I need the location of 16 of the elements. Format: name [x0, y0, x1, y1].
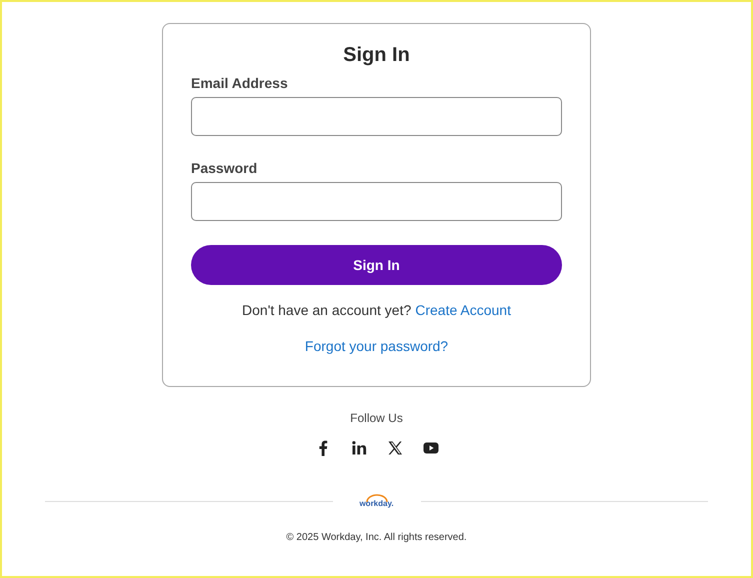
copyright-text: © 2025 Workday, Inc. All rights reserved.: [286, 532, 467, 543]
x-icon[interactable]: [386, 440, 402, 456]
card-title: Sign In: [343, 44, 410, 67]
input-field[interactable]: [191, 182, 562, 221]
follow-label: Follow Us: [350, 411, 403, 425]
create-account-link[interactable]: Create Account: [415, 302, 511, 318]
arc-icon: [364, 494, 388, 502]
linkedin-icon[interactable]: [350, 440, 366, 456]
field-label: Password: [191, 160, 258, 176]
logo-text: workday.: [359, 499, 394, 508]
input-field[interactable]: [191, 97, 562, 136]
youtube-icon[interactable]: [422, 440, 438, 456]
sign-in-button[interactable]: Sign In: [191, 245, 562, 285]
forgot-password-link[interactable]: Forgot your password?: [304, 338, 448, 354]
account-prompt-text: Don't have an account yet?: [242, 302, 412, 318]
field-label: Email Address: [191, 75, 288, 91]
